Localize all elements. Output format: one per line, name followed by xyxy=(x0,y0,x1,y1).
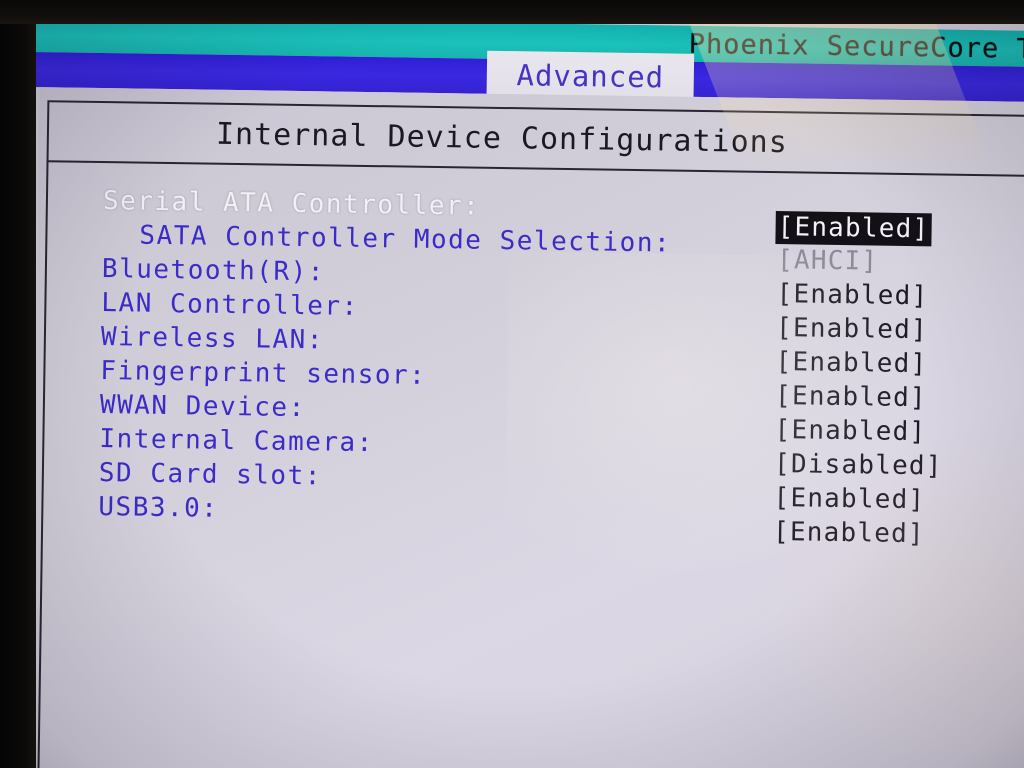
setting-label: Internal Camera: xyxy=(99,424,375,459)
photo-of-bios-screen: Phoenix SecureCore Tec Advanced Internal… xyxy=(0,0,1024,768)
setting-label: Serial ATA Controller: xyxy=(102,186,481,222)
setting-value[interactable]: [Enabled] xyxy=(773,517,925,549)
settings-body: Serial ATA Controller: [Enabled] SATA Cont… xyxy=(36,161,1024,768)
content-panel: Internal Device Configurations Serial AT… xyxy=(28,87,1024,768)
setting-label: WWAN Device: xyxy=(99,390,306,424)
setting-label: LAN Controller: xyxy=(101,288,359,322)
vendor-brand-text: Phoenix SecureCore Tec xyxy=(688,28,1024,66)
setting-label: SD Card slot: xyxy=(98,458,323,492)
tab-advanced-label: Advanced xyxy=(516,57,665,94)
bios-screen: Phoenix SecureCore Tec Advanced Internal… xyxy=(21,0,1024,768)
setting-label: Wireless LAN: xyxy=(100,322,325,356)
setting-label: Fingerprint sensor: xyxy=(100,356,427,391)
page-title: Internal Device Configurations xyxy=(215,116,789,160)
settings-list: Serial ATA Controller: [Enabled] SATA Cont… xyxy=(43,185,1024,549)
setting-label: USB3.0: xyxy=(98,492,219,524)
setting-label: Bluetooth(R): xyxy=(101,254,326,288)
